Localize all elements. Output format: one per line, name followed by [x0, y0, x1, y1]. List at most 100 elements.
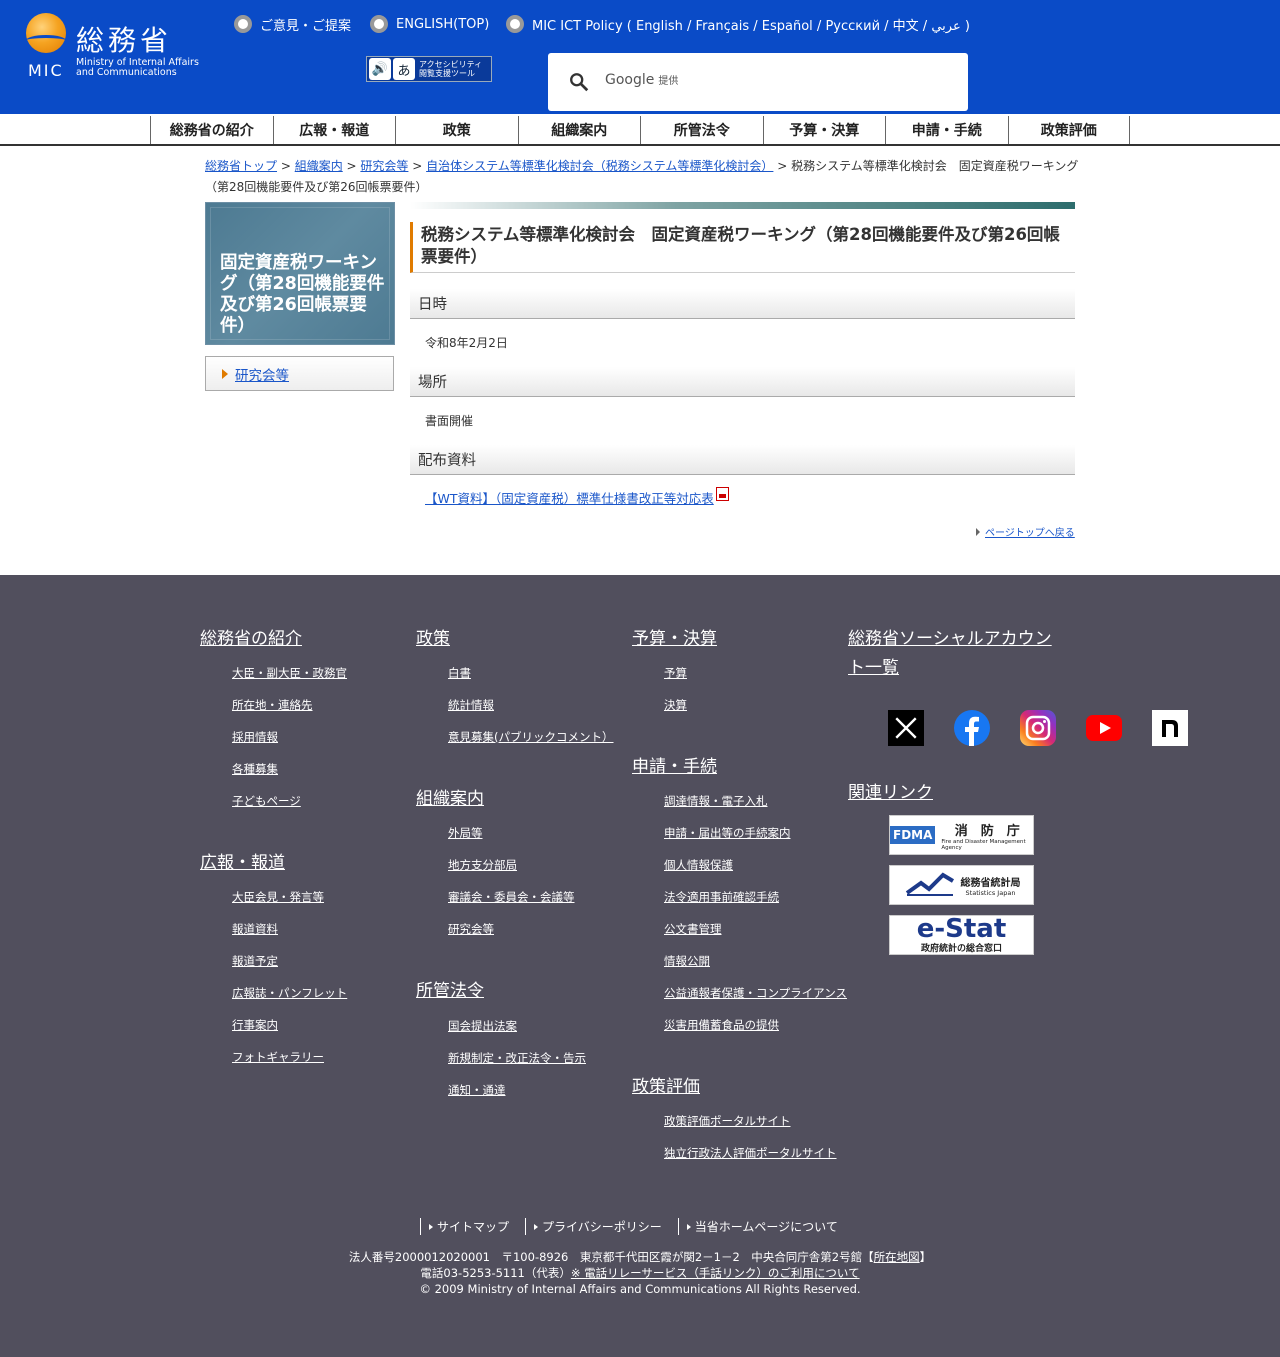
map-link[interactable]: 所在地図 [874, 1250, 920, 1264]
footer-link[interactable]: フォトギャラリー [232, 1049, 324, 1065]
page-top-anchor[interactable]: ページトップへ戻る [985, 524, 1075, 539]
gnav-laws[interactable]: 所管法令 [640, 116, 763, 144]
footer-bottom-links: サイトマップ プライバシーポリシー 当省ホームページについて [420, 1218, 854, 1235]
relay-service-link[interactable]: ※ 電話リレーサービス（手話リンク）のご利用について [571, 1266, 860, 1280]
section-heading-materials: 配布資料 [410, 445, 1075, 475]
footer-link[interactable]: 子どもページ [232, 793, 301, 809]
footer-link[interactable]: 申請・届出等の手続案内 [664, 825, 791, 841]
breadcrumb-research[interactable]: 研究会等 [360, 159, 408, 173]
footer-link[interactable]: 公文書管理 [664, 921, 722, 937]
hiragana-a-icon: あ [393, 58, 415, 80]
footer-heading-about[interactable]: 総務省の紹介 [200, 625, 302, 654]
logo-mic: MIC [28, 61, 64, 80]
footer-link[interactable]: 予算 [664, 665, 687, 681]
instagram-icon[interactable] [1020, 710, 1056, 746]
footer-link[interactable]: 各種募集 [232, 761, 278, 777]
note-icon[interactable] [1152, 710, 1188, 746]
about-site-link[interactable]: 当省ホームページについて [677, 1218, 854, 1235]
banner-estat[interactable]: e-Stat 政府統計の総合窓口 [889, 915, 1034, 955]
site-header: 総務省 MIC Ministry of Internal Affairs and … [0, 0, 1280, 114]
material-pdf-link[interactable]: 【WT資料】（固定資産税）標準仕様書改正等対応表 [425, 488, 714, 507]
footer-link[interactable]: 政策評価ポータルサイト [664, 1113, 791, 1129]
breadcrumb-organization[interactable]: 組織案内 [295, 159, 343, 173]
footer-link[interactable]: 外局等 [448, 825, 483, 841]
footer-heading-applications[interactable]: 申請・手続 [632, 753, 717, 782]
footer-heading-related[interactable]: 関連リンク [848, 779, 933, 808]
footer-heading-press[interactable]: 広報・報道 [200, 849, 285, 878]
logo-english: Ministry of Internal Affairs and Communic… [76, 57, 199, 78]
footer-link[interactable]: 公益通報者保護・コンプライアンス [664, 985, 847, 1001]
footer-link[interactable]: 報道予定 [232, 953, 278, 969]
footer-link[interactable]: 調達情報・電子入札 [664, 793, 768, 809]
footer-link[interactable]: 報道資料 [232, 921, 278, 937]
footer-link[interactable]: 情報公開 [664, 953, 710, 969]
search-icon[interactable] [568, 71, 590, 93]
gnav-policy[interactable]: 政策 [395, 116, 518, 144]
footer-link[interactable]: 独立行政法人評価ポータルサイト [664, 1145, 837, 1161]
side-nav-research[interactable]: 研究会等 [205, 356, 394, 391]
side-nav-research-link[interactable]: 研究会等 [235, 364, 289, 384]
x-icon[interactable] [888, 710, 924, 746]
footer-link[interactable]: 審議会・委員会・会議等 [448, 889, 575, 905]
footer-link[interactable]: 新規制定・改正法令・告示 [448, 1050, 586, 1066]
mic-logo[interactable]: 総務省 MIC Ministry of Internal Affairs and … [26, 13, 216, 83]
footer-heading-evaluation[interactable]: 政策評価 [632, 1073, 700, 1102]
gnav-press[interactable]: 広報・報道 [272, 116, 396, 144]
gnav-about[interactable]: 総務省の紹介 [150, 116, 273, 144]
footer-link[interactable]: 個人情報保護 [664, 857, 733, 873]
banner-estat-sub: 政府統計の総合窓口 [920, 943, 1002, 954]
banner-estat-label: e-Stat [916, 913, 1007, 944]
footer-heading-budget[interactable]: 予算・決算 [632, 625, 717, 654]
ict-policy-link[interactable]: MIC ICT Policy ( English / Français / Es… [506, 14, 970, 34]
footer-heading-laws[interactable]: 所管法令 [416, 977, 484, 1006]
footer-link[interactable]: 通知・通達 [448, 1082, 506, 1098]
footer-link[interactable]: 決算 [664, 697, 687, 713]
youtube-icon[interactable] [1086, 710, 1122, 746]
footer-link[interactable]: 所在地・連絡先 [232, 697, 313, 713]
footer-link[interactable]: 統計情報 [448, 697, 494, 713]
banner-statistics-label: 総務省統計局 [960, 877, 1021, 889]
facebook-icon[interactable] [954, 710, 990, 746]
sitemap-link[interactable]: サイトマップ [420, 1218, 525, 1235]
footer-link[interactable]: 法令適用事前確認手続 [664, 889, 779, 905]
material-pdf-item[interactable]: 【WT資料】（固定資産税）標準仕様書改正等対応表 [425, 486, 729, 507]
accessibility-tool-button[interactable]: 🔊 あ アクセシビリティ 閲覧支援ツール [366, 56, 492, 82]
footer-phone: 電話03-5253-5111（代表）※ 電話リレーサービス（手話リンク）のご利用… [420, 1266, 860, 1280]
radio-bullet-icon [506, 15, 524, 33]
breadcrumb-standardization[interactable]: 自治体システム等標準化検討会（税務システム等標準化検討会） [426, 159, 773, 173]
footer-link[interactable]: 意見募集(パブリックコメント） [448, 729, 614, 745]
footer-heading-policy[interactable]: 政策 [416, 625, 450, 654]
privacy-link[interactable]: プライバシーポリシー [525, 1218, 678, 1235]
footer-link[interactable]: 大臣・副大臣・政務官 [232, 665, 347, 681]
footer-link[interactable]: 大臣会見・発言等 [232, 889, 324, 905]
banner-fdma[interactable]: FDMA 消 防 庁 Fire and Disaster Management … [889, 815, 1034, 855]
banner-statistics[interactable]: 総務省統計局 Statistics Japan [889, 865, 1034, 905]
gnav-applications[interactable]: 申請・手続 [885, 116, 1008, 144]
footer-link[interactable]: 広報誌・パンフレット [232, 985, 347, 1001]
footer-link[interactable]: 行事案内 [232, 1017, 278, 1033]
breadcrumb: 総務省トップ > 組織案内 > 研究会等 > 自治体システム等標準化検討会（税務… [205, 159, 1079, 194]
footer-link[interactable]: 国会提出法案 [448, 1018, 517, 1034]
footer-link[interactable]: 災害用備蓄食品の提供 [664, 1017, 779, 1033]
opinion-link[interactable]: ご意見・ご提案 [234, 14, 351, 34]
english-top-link[interactable]: ENGLISH(TOP) [370, 14, 489, 34]
section-body-place: 書面開催 [425, 414, 474, 428]
breadcrumb-top[interactable]: 総務省トップ [205, 159, 277, 173]
accessibility-tool-label: アクセシビリティ 閲覧支援ツール [419, 60, 483, 78]
page-top-link[interactable]: ページトップへ戻る [976, 524, 1075, 539]
search-placeholder[interactable]: Google 提供 [605, 72, 678, 88]
footer-heading-social[interactable]: 総務省ソーシャルアカウン ト一覧 [848, 625, 1052, 683]
footer-link[interactable]: 研究会等 [448, 921, 494, 937]
footer-link[interactable]: 地方支分部局 [448, 857, 517, 873]
speaker-icon: 🔊 [369, 58, 391, 80]
footer-link[interactable]: 採用情報 [232, 729, 278, 745]
gnav-organization[interactable]: 組織案内 [517, 116, 641, 144]
arrow-right-icon [222, 368, 228, 379]
site-search-box[interactable]: Google 提供 [548, 53, 968, 111]
arrow-right-icon [534, 1223, 539, 1230]
gnav-evaluation[interactable]: 政策評価 [1007, 116, 1130, 144]
gnav-budget[interactable]: 予算・決算 [762, 116, 886, 144]
banner-fdma-label: 消 防 庁 [954, 823, 1020, 839]
footer-link[interactable]: 白書 [448, 665, 471, 681]
footer-heading-organization[interactable]: 組織案内 [416, 785, 484, 814]
